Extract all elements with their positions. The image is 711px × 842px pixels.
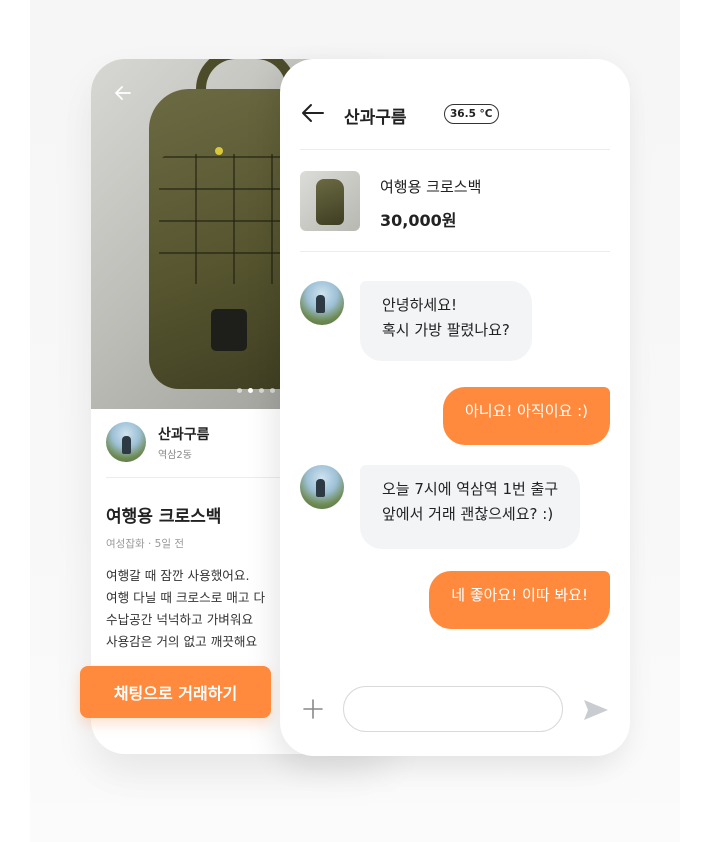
- pagination-dot[interactable]: [237, 388, 242, 393]
- product-title: 여행용 크로스백: [106, 507, 222, 527]
- chat-header: 산과구름 36.5 °C: [300, 97, 610, 131]
- avatar[interactable]: [106, 422, 146, 462]
- message-composer: [300, 686, 610, 734]
- product-meta: 여성잡화 · 5일 전: [106, 538, 184, 550]
- message-line: 오늘 7시에 역삼역 1번 출구: [382, 480, 559, 498]
- incoming-message: 오늘 7시에 역삼역 1번 출구 앞에서 거래 괜찮으세요? :): [360, 465, 581, 549]
- product-thumbnail[interactable]: [300, 171, 360, 231]
- incoming-message: 안녕하세요! 혹시 가방 팔렸나요?: [360, 281, 532, 361]
- outgoing-message: 네 좋아요! 이따 봐요!: [429, 571, 610, 629]
- pagination-dot-active[interactable]: [248, 388, 253, 393]
- send-icon[interactable]: [582, 698, 610, 722]
- arrow-left-icon[interactable]: [300, 100, 326, 126]
- seller-location: 역삼2동: [158, 450, 192, 461]
- pagination-dot[interactable]: [270, 388, 275, 393]
- pagination-dot[interactable]: [259, 388, 264, 393]
- message-line: 혹시 가방 팔렸나요?: [382, 321, 510, 339]
- divider: [300, 251, 610, 252]
- chat-to-trade-button[interactable]: 채팅으로 거래하기: [80, 666, 271, 718]
- plus-icon[interactable]: [302, 698, 324, 720]
- chat-product-name: 여행용 크로스백: [380, 178, 482, 196]
- seller-name: 산과구름: [158, 427, 210, 443]
- message-line: 앞에서 거래 괜찮으세요? :): [382, 505, 554, 523]
- bag-buckle: [211, 309, 247, 351]
- divider: [300, 149, 610, 150]
- outgoing-message: 아니요! 아직이요 :): [442, 387, 610, 445]
- chat-screen: 산과구름 36.5 °C 여행용 크로스백 30,000원 안녕하세요! 혹시 …: [280, 59, 630, 756]
- bag-snap: [215, 147, 223, 155]
- message-line: 네 좋아요! 이따 봐요!: [451, 586, 588, 604]
- manner-temperature-badge: 36.5 °C: [444, 104, 499, 124]
- message-line: 아니요! 아직이요 :): [464, 402, 588, 420]
- message-input[interactable]: [343, 686, 563, 732]
- avatar[interactable]: [300, 465, 344, 509]
- photo-pagination: [237, 388, 286, 393]
- chat-partner-name: 산과구름: [344, 108, 407, 128]
- avatar[interactable]: [300, 281, 344, 325]
- chat-product-price: 30,000원: [380, 211, 457, 230]
- message-line: 안녕하세요!: [382, 296, 458, 314]
- arrow-left-icon[interactable]: [113, 83, 133, 106]
